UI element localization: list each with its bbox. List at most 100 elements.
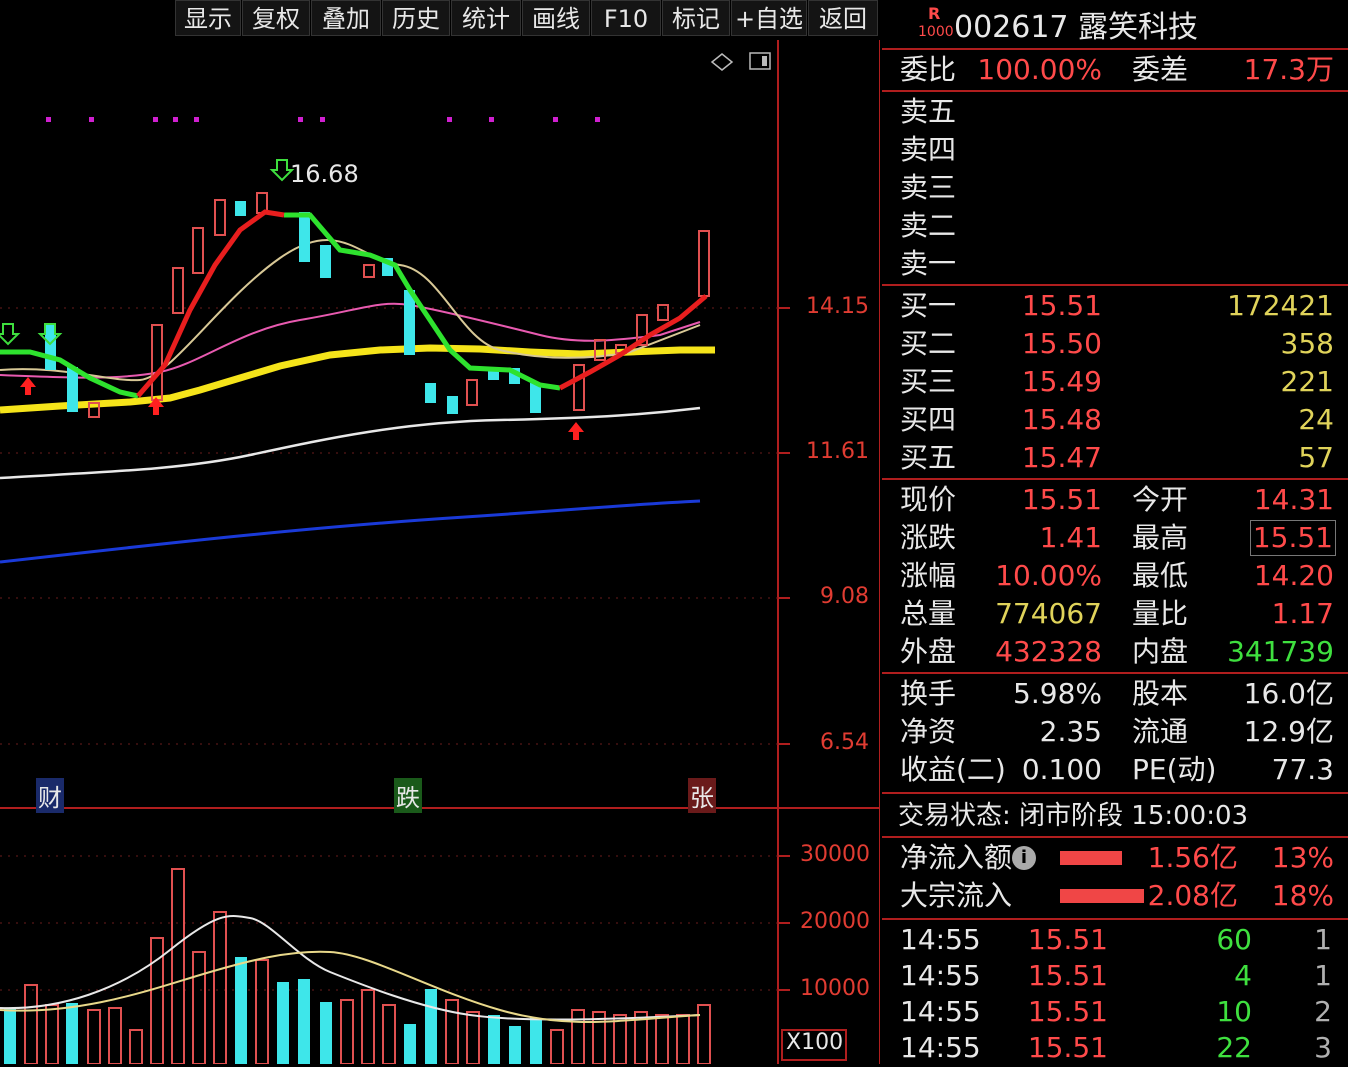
finance-row: 换手 5.98% 股本 16.0亿 [882,675,1348,713]
finance-value: 0.100 [1021,753,1102,786]
divider [882,284,1348,286]
quote-value: 15.51 [1021,483,1102,516]
quote-label: 涨跌 [900,521,957,554]
tick-count: 2 [1314,995,1332,1028]
buy-level[interactable]: 买一 15.51 172421 [882,287,1348,325]
quote-row: 现价 15.51 今开 14.31 [882,481,1348,519]
quote-value: 341739 [1227,635,1334,668]
quote-label: 外盘 [900,635,957,668]
adjust-button[interactable]: 复权 [242,0,310,36]
flow-label: 大宗流入 [900,879,1013,912]
finance-value: 12.9亿 [1243,715,1334,748]
drop-flag[interactable]: 跌 [394,778,422,813]
buy-level[interactable]: 买二 15.50 358 [882,325,1348,363]
badge-bottom: 1000 [918,24,954,40]
buy-volume: 24 [1298,403,1334,436]
f10-button[interactable]: F10 [591,0,661,36]
buy-level[interactable]: 买四 15.48 24 [882,401,1348,439]
volume-axis-label: 10000 [800,976,870,1001]
tick-count: 3 [1314,1031,1332,1064]
quote-value: 774067 [995,597,1102,630]
quote-value: 14.20 [1253,559,1334,592]
quote-label: 涨幅 [900,559,957,592]
divider [882,48,1348,50]
finance-row: 净资 2.35 流通 12.9亿 [882,713,1348,751]
tick-time: 14:55 [900,1031,981,1064]
quote-label: 今开 [1132,483,1189,516]
flow-percent: 18% [1271,879,1334,912]
sell-level[interactable]: 卖一 [882,245,1348,283]
buy-volume: 358 [1280,327,1334,360]
sell-level[interactable]: 卖二 [882,207,1348,245]
finance-label: 流通 [1132,715,1189,748]
buy-label: 买五 [900,441,957,474]
add-favorite-button[interactable]: +自选 [731,0,807,36]
sell-level[interactable]: 卖五 [882,93,1348,131]
finance-flag[interactable]: 财 [36,778,64,813]
back-button[interactable]: 返回 [808,0,878,36]
quote-label: 量比 [1132,597,1189,630]
stock-title: 002617 露笑科技 [954,10,1199,45]
statistics-button[interactable]: 统计 [451,0,521,36]
sell-label: 卖三 [900,171,957,204]
buy-price: 15.51 [1021,289,1102,322]
quote-label: 内盘 [1132,635,1189,668]
tick-volume: 60 [1216,923,1252,956]
mark-button[interactable]: 标记 [662,0,730,36]
sell-label: 卖二 [900,209,957,242]
buy-price: 15.50 [1021,327,1102,360]
order-ratio-row: 委比 100.00% 委差 17.3万 [882,51,1348,89]
tick-time: 14:55 [900,959,981,992]
divider [882,792,1348,794]
quote-label: 最低 [1132,559,1189,592]
finance-label: PE(动) [1132,753,1217,786]
draw-line-button[interactable]: 画线 [522,0,590,36]
overlay-button[interactable]: 叠加 [311,0,381,36]
buy-level[interactable]: 买五 15.47 57 [882,439,1348,477]
divider [882,672,1348,674]
tick-time: 14:55 [900,923,981,956]
buy-price: 15.49 [1021,365,1102,398]
tick-count: 1 [1314,959,1332,992]
tick-row: 14:55 15.51 4 1 [882,957,1348,995]
flow-percent: 13% [1271,841,1334,874]
quote-value: 1.17 [1271,597,1334,630]
price-axis-label: 9.08 [820,584,869,609]
buy-volume: 57 [1298,441,1334,474]
history-button[interactable]: 历史 [382,0,450,36]
buy-label: 买一 [900,289,957,322]
chart-toolbar: 显示 复权 叠加 历史 统计 画线 F10 标记 +自选 返回 [0,0,880,40]
quote-label: 最高 [1132,521,1189,554]
sell-level[interactable]: 卖三 [882,169,1348,207]
sell-level[interactable]: 卖四 [882,131,1348,169]
trade-status: 交易状态: 闭市阶段 15:00:03 [882,797,1348,835]
kline-chart[interactable]: 16.68 14.15 11.61 9.08 6.54 30000 20000 … [0,40,880,1064]
flow-bar [1060,889,1144,903]
display-button[interactable]: 显示 [175,0,241,36]
quote-label: 现价 [900,483,957,516]
rise-flag[interactable]: 张 [688,778,716,813]
buy-label: 买四 [900,403,957,436]
tick-time: 14:55 [900,995,981,1028]
volume-axis-label: 20000 [800,909,870,934]
flow-amount: 2.08亿 [1147,879,1238,912]
quote-value: 432328 [995,635,1102,668]
tick-row: 14:55 15.51 22 3 [882,1029,1348,1067]
quote-row: 涨幅 10.00% 最低 14.20 [882,557,1348,595]
flow-label: 净流入额 [900,841,1013,874]
order-diff-value: 17.3万 [1243,53,1334,86]
sell-label: 卖一 [900,247,957,280]
quote-label: 总量 [900,597,957,630]
quote-row: 涨跌 1.41 最高 15.51 [882,519,1348,557]
signal-dots [46,117,600,122]
price-axis-label: 6.54 [820,730,869,755]
tick-price: 15.51 [1027,959,1108,992]
buy-level[interactable]: 买三 15.49 221 [882,363,1348,401]
peak-price-label: 16.68 [290,160,359,188]
flow-amount: 1.56亿 [1147,841,1238,874]
sell-label: 卖五 [900,95,957,128]
tick-volume: 10 [1216,995,1252,1028]
kline-svg [0,40,880,1064]
price-axis-label: 14.15 [806,294,869,319]
info-icon[interactable]: i [1012,846,1036,870]
